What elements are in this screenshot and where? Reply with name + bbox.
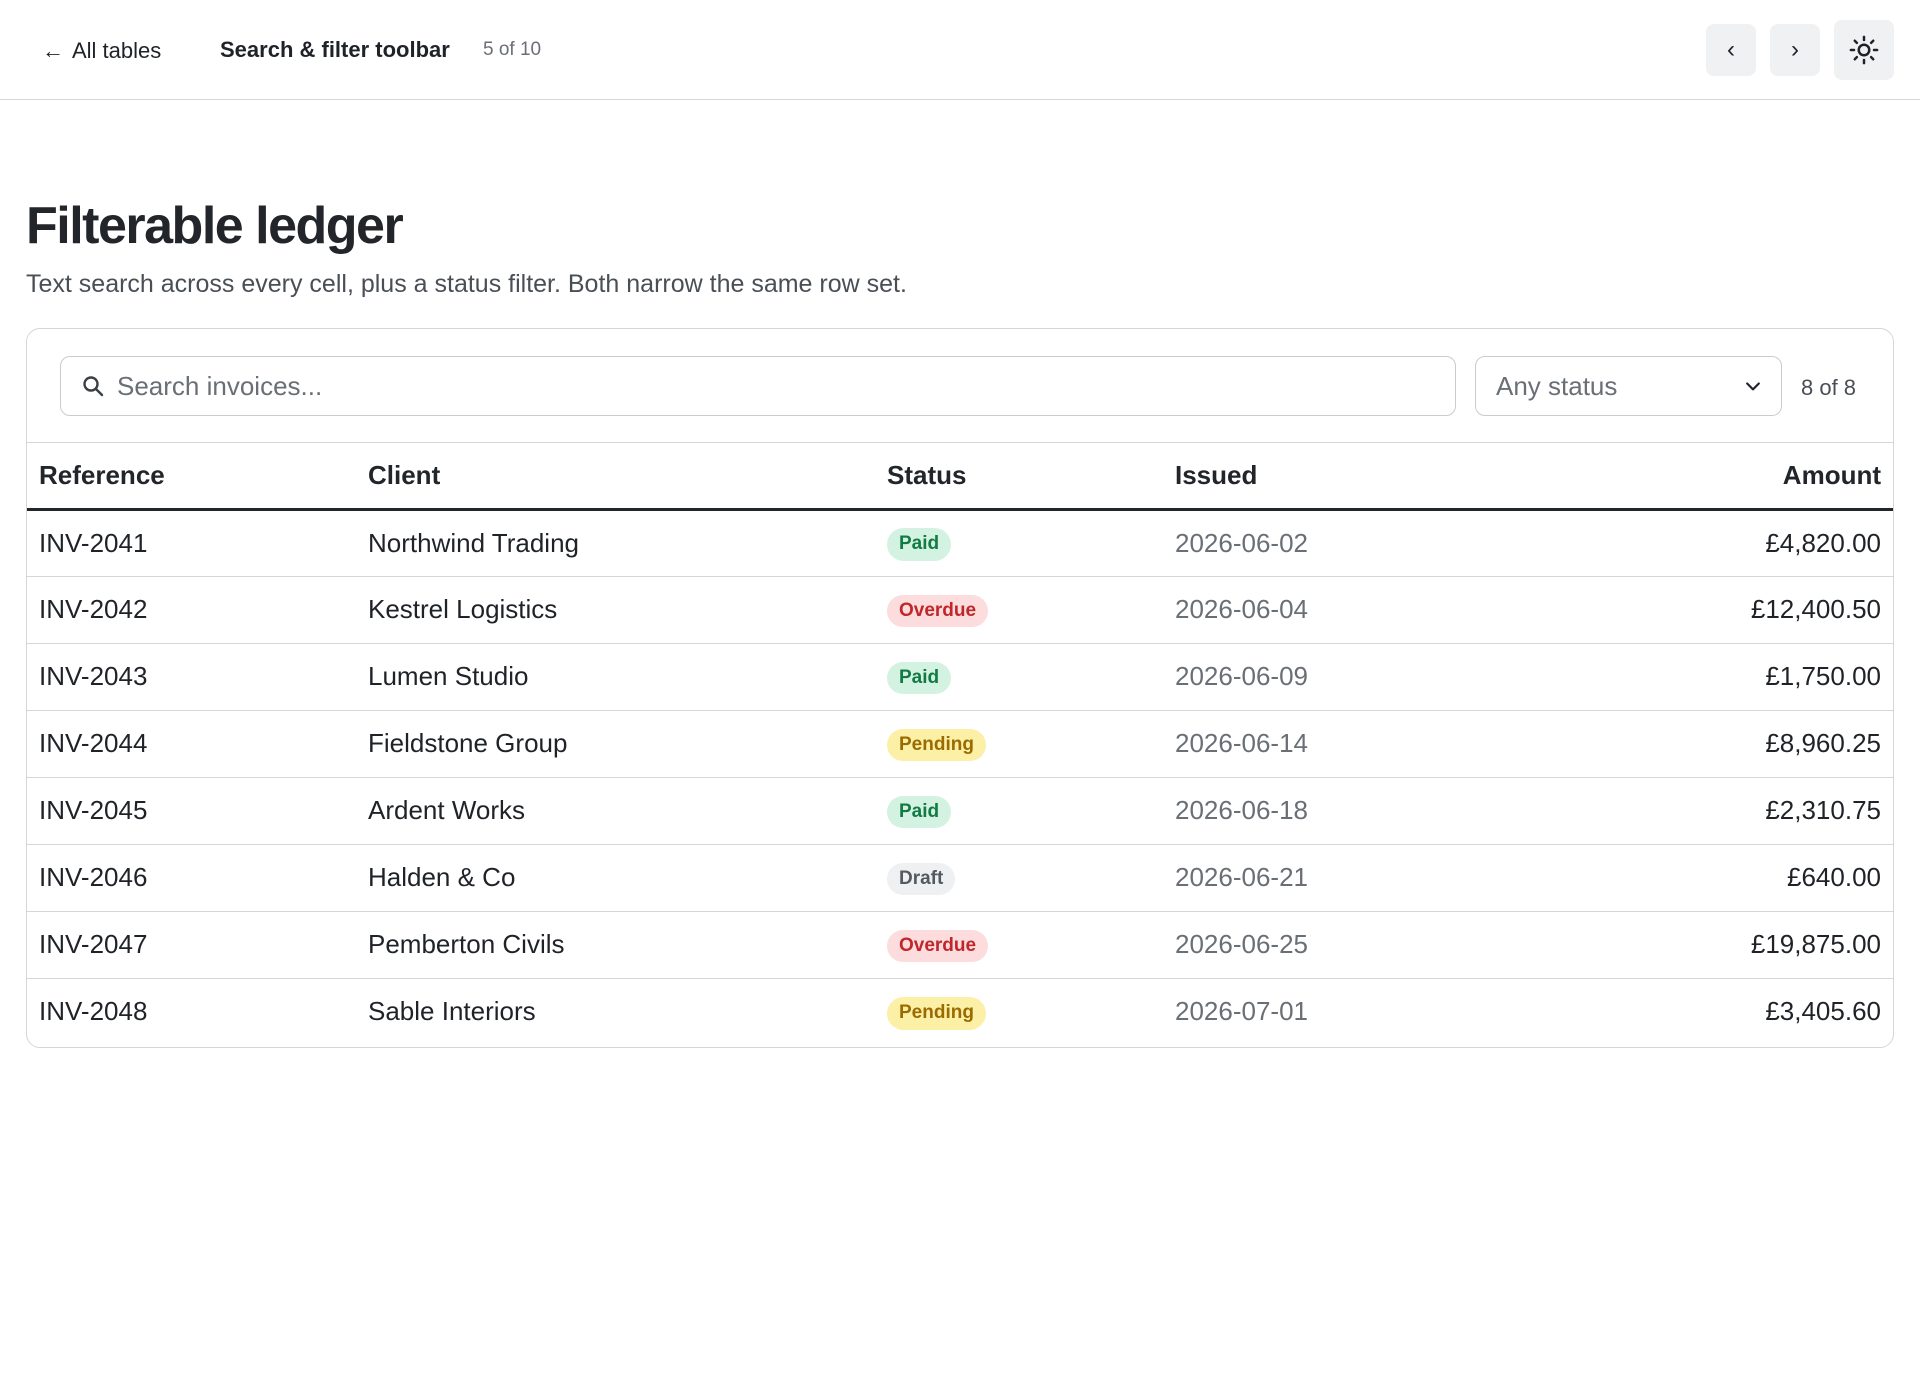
chevron-left-icon: ‹: [1727, 36, 1735, 63]
issued-cell: 2026-06-02: [1163, 509, 1563, 577]
theme-toggle-button[interactable]: [1834, 20, 1894, 80]
issued-cell: 2026-06-18: [1163, 777, 1563, 845]
status-filter-value: Any status: [1496, 370, 1618, 401]
result-count: 8 of 8: [1801, 375, 1857, 400]
table-row[interactable]: INV-2042 Kestrel Logistics Overdue 2026-…: [27, 576, 1893, 644]
client-cell: Sable Interiors: [368, 996, 536, 1027]
status-filter-select[interactable]: Any status: [1475, 356, 1782, 416]
back-link-label: All tables: [72, 38, 162, 63]
issued-cell: 2026-06-09: [1163, 643, 1563, 711]
status-cell: Draft: [875, 844, 1163, 912]
table-row[interactable]: INV-2045 Ardent Works Paid 2026-06-18 £2…: [27, 777, 1893, 845]
ledger-table: Reference Client Status Issued Amount IN…: [27, 443, 1893, 1045]
issued-cell: 2026-06-14: [1163, 710, 1563, 778]
reference-cell: INV-2047: [27, 911, 356, 979]
page-subtitle: Text search across every cell, plus a st…: [26, 270, 907, 298]
search-input[interactable]: [117, 370, 1417, 402]
amount-cell: £3,405.60: [1765, 996, 1881, 1027]
amount-cell: £4,820.00: [1563, 509, 1893, 577]
reference-cell: INV-2042: [27, 576, 356, 644]
reference-cell: INV-2041: [27, 509, 356, 577]
amount-cell: £640.00: [1563, 844, 1893, 912]
client-cell: Pemberton Civils: [356, 911, 875, 979]
client-cell: Lumen Studio: [356, 643, 875, 711]
table-row[interactable]: INV-2043 Lumen Studio Paid 2026-06-09 £1…: [27, 643, 1893, 711]
status-badge: Draft: [887, 862, 956, 896]
client-cell: Kestrel Logistics: [356, 576, 875, 644]
chevron-right-icon: ›: [1791, 36, 1799, 63]
filter-toolbar: Any status 8 of 8: [27, 329, 1893, 443]
status-badge: Overdue: [887, 594, 989, 628]
status-cell: Pending: [875, 710, 1163, 778]
reference-cell: INV-2048: [39, 996, 148, 1027]
client-cell: Halden & Co: [356, 844, 875, 912]
client-cell: Northwind Trading: [356, 509, 875, 577]
column-header-status[interactable]: Status: [875, 443, 1163, 511]
status-cell: Overdue: [875, 911, 1163, 979]
table-row[interactable]: INV-2041 Northwind Trading Paid 2026-06-…: [27, 509, 1893, 577]
search-icon: [83, 376, 104, 397]
chevron-down-icon: [1746, 382, 1760, 391]
status-badge: Overdue: [887, 929, 989, 963]
issued-cell: 2026-07-01: [1175, 996, 1308, 1027]
table-row[interactable]: INV-2044 Fieldstone Group Pending 2026-0…: [27, 710, 1893, 778]
reference-cell: INV-2046: [27, 844, 356, 912]
page-position: 5 of 10: [483, 39, 542, 60]
reference-cell: INV-2044: [27, 710, 356, 778]
status-cell: Paid: [875, 643, 1163, 711]
amount-cell: £2,310.75: [1563, 777, 1893, 845]
status-badge: Paid: [887, 661, 952, 695]
previous-button[interactable]: ‹: [1706, 24, 1756, 76]
client-cell: Fieldstone Group: [356, 710, 875, 778]
reference-cell: INV-2043: [27, 643, 356, 711]
page-title: Filterable ledger: [26, 197, 404, 255]
back-to-all-tables-link[interactable]: ← All tables: [42, 36, 161, 66]
client-cell: Ardent Works: [356, 777, 875, 845]
column-header-reference[interactable]: Reference: [27, 443, 356, 511]
status-cell: Paid: [875, 509, 1163, 577]
amount-cell: £12,400.50: [1563, 576, 1893, 644]
issued-cell: 2026-06-21: [1163, 844, 1563, 912]
column-header-amount[interactable]: Amount: [1563, 443, 1893, 511]
column-header-client[interactable]: Client: [356, 443, 875, 511]
table-row[interactable]: INV-2048 Sable Interiors Pending 2026-07…: [27, 978, 1893, 1045]
amount-cell: £1,750.00: [1563, 643, 1893, 711]
section-title: Search & filter toolbar: [220, 37, 450, 62]
arrow-left-icon: ←: [42, 38, 64, 63]
sun-icon: [1849, 35, 1879, 65]
next-button[interactable]: ›: [1770, 24, 1820, 76]
status-cell: Paid: [875, 777, 1163, 845]
reference-cell: INV-2045: [27, 777, 356, 845]
status-badge: Paid: [887, 528, 952, 561]
amount-cell: £19,875.00: [1563, 911, 1893, 979]
status-cell: Overdue: [875, 576, 1163, 644]
issued-cell: 2026-06-04: [1163, 576, 1563, 644]
status-badge: Paid: [887, 795, 952, 829]
issued-cell: 2026-06-25: [1163, 911, 1563, 979]
table-header-row: Reference Client Status Issued Amount: [27, 443, 1893, 511]
ledger-card: Any status 8 of 8 Reference Client Statu…: [26, 328, 1894, 1048]
top-bar: ← All tables Search & filter toolbar 5 o…: [0, 0, 1920, 100]
status-cell: Pending: [875, 978, 1163, 1045]
table-row[interactable]: INV-2047 Pemberton Civils Overdue 2026-0…: [27, 911, 1893, 979]
table-row[interactable]: INV-2046 Halden & Co Draft 2026-06-21 £6…: [27, 844, 1893, 912]
status-badge: Pending: [887, 996, 986, 1030]
search-field[interactable]: [60, 356, 1456, 416]
column-header-issued[interactable]: Issued: [1163, 443, 1563, 511]
status-badge: Pending: [887, 728, 986, 762]
amount-cell: £8,960.25: [1563, 710, 1893, 778]
